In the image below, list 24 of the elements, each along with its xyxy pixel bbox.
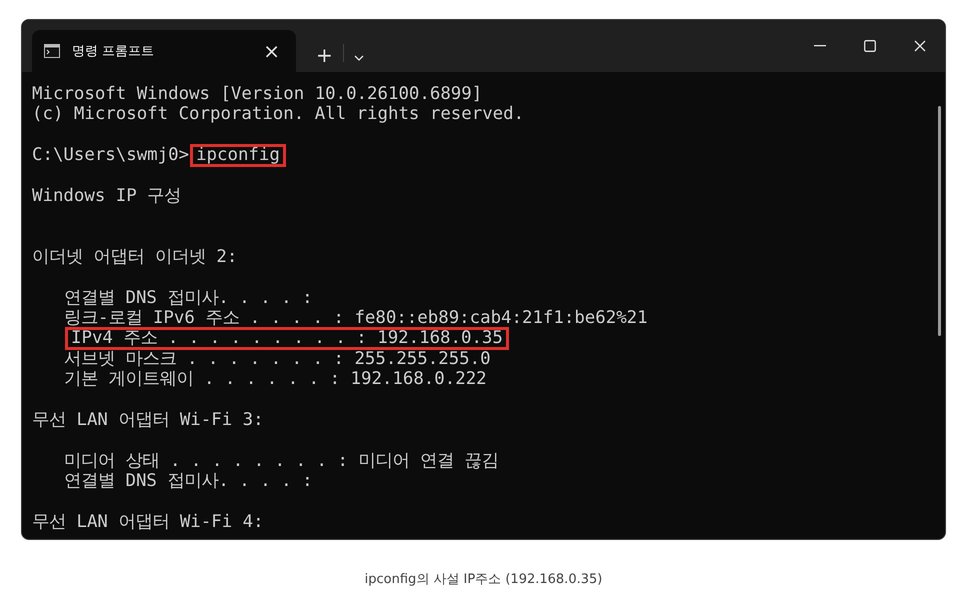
minimize-icon: [814, 45, 826, 47]
close-tab-button[interactable]: ×: [259, 41, 284, 61]
close-icon: [914, 40, 926, 52]
terminal-text: 연결별 DNS 접미사. . . . :: [64, 474, 313, 490]
terminal-text: Windows IP 구성: [32, 188, 182, 204]
terminal-text: 링크-로컬 IPv6 주소 . . . . : fe80::eb89:cab4:21f1:be62%21: [64, 310, 648, 326]
terminal-text: 무선 LAN 어댑터 Wi-Fi 4:: [32, 514, 264, 530]
chevron-down-icon: [354, 55, 364, 61]
terminal-text: 서브넷 마스크 . . . . . . . : 255.255.255.0: [64, 352, 491, 367]
new-tab-button[interactable]: +: [310, 45, 339, 65]
terminal-text: 이더넷 어댑터 이더넷 2:: [32, 250, 238, 265]
terminal-text: 연결별 DNS 접미사. . . . :: [64, 290, 313, 306]
figure-caption: ipconfig의 사설 IP주소 (192.168.0.35): [364, 571, 602, 588]
terminal-text: Microsoft Windows [Version 10.0.26100.6899]: [32, 86, 482, 102]
terminal-text: 미디어 상태 . . . . . . . . : 미디어 연결 끊김: [64, 454, 498, 469]
terminal-text: 무선 LAN 어댑터 Wi-Fi 3:: [32, 412, 264, 428]
tab-title: 명령 프롬프트: [72, 43, 156, 60]
maximize-icon: [864, 40, 876, 52]
terminal-tab[interactable]: 명령 프롬프트 ×: [32, 30, 296, 72]
terminal-text: C:\Users\swmj0>: [32, 148, 190, 163]
terminal-text: 기본 게이트웨이 . . . . . . : 192.168.0.222: [64, 372, 487, 388]
scrollbar[interactable]: [938, 106, 941, 336]
terminal-icon: [44, 44, 60, 58]
terminal-text: (c) Microsoft Corporation. All rights reserved.: [32, 107, 524, 122]
